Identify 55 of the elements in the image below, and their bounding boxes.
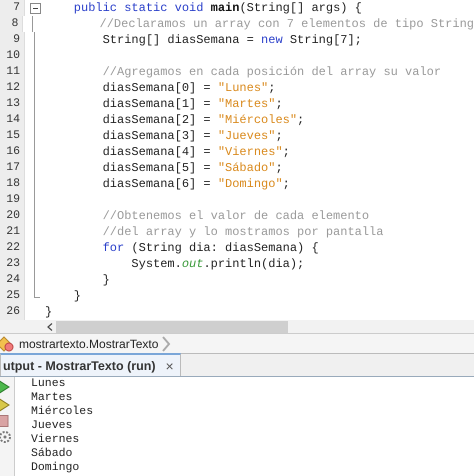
code-line: diasSemana[2] = "Miércoles"; xyxy=(102,112,304,128)
code-line: String[] diasSemana = new String[7]; xyxy=(102,32,362,48)
output-line: Sábado xyxy=(31,447,74,461)
code-line: diasSemana[4] = "Viernes"; xyxy=(102,144,290,160)
code-line: } xyxy=(72,288,82,304)
code-line: diasSemana[1] = "Martes"; xyxy=(102,96,283,112)
line-number: 13 xyxy=(0,96,24,112)
code-line: //Declaramos un array con 7 elementos de tipo String xyxy=(98,16,474,32)
close-icon[interactable]: × xyxy=(166,358,174,374)
line-number: 8 xyxy=(0,16,22,32)
line-number: 25 xyxy=(0,288,24,304)
code-line: } xyxy=(102,272,110,288)
line-number: 11 xyxy=(0,64,24,80)
line-number: 14 xyxy=(0,112,24,128)
line-number: 20 xyxy=(0,208,24,224)
code-line: for (String dia: diasSemana) { xyxy=(102,240,319,256)
output-line: Martes xyxy=(31,391,74,405)
output-line: Lunes xyxy=(31,377,67,391)
class-icon xyxy=(0,336,16,352)
output-tab[interactable]: utput - MostrarTexto (run) × xyxy=(0,353,181,376)
code-line: //del array y lo mostramos por pantalla xyxy=(102,224,384,240)
code-line: diasSemana[0] = "Lunes"; xyxy=(102,80,276,96)
collapse-icon[interactable] xyxy=(30,2,40,14)
code-line: diasSemana[6] = "Domingo"; xyxy=(102,176,290,192)
line-number: 12 xyxy=(0,80,24,96)
code-line: //Obtenemos el valor de cada elemento xyxy=(102,208,370,224)
code-line: diasSemana[5] = "Sábado"; xyxy=(102,160,283,176)
output-line: Miércoles xyxy=(31,405,94,419)
code-line: } xyxy=(45,304,52,320)
line-number: 19 xyxy=(0,192,24,208)
line-number: 7 xyxy=(0,0,24,16)
line-number: 24 xyxy=(0,272,24,288)
line-number: 9 xyxy=(0,32,24,48)
output-line: Domingo xyxy=(31,461,80,475)
line-number: 10 xyxy=(0,48,24,64)
code-line: public static void main(String[] args) { xyxy=(72,0,362,16)
code-line: System.out.println(dia); xyxy=(130,256,304,272)
settings-icon[interactable] xyxy=(0,429,12,445)
output-line: Jueves xyxy=(31,419,74,433)
line-number: 26 xyxy=(0,304,24,320)
stop-icon[interactable] xyxy=(0,415,9,427)
chevron-right-icon[interactable] xyxy=(161,336,172,352)
line-number: 18 xyxy=(0,176,24,192)
line-number: 22 xyxy=(0,240,24,256)
line-number: 16 xyxy=(0,144,24,160)
line-number: 17 xyxy=(0,160,24,176)
output-line: Viernes xyxy=(31,433,80,447)
line-number: 15 xyxy=(0,128,24,144)
line-number: 21 xyxy=(0,224,24,240)
run-icon[interactable] xyxy=(0,379,10,395)
code-line: diasSemana[3] = "Jueves"; xyxy=(102,128,283,144)
code-line: //Agregamos en cada posición del array su valor xyxy=(102,64,442,80)
line-number: 23 xyxy=(0,256,24,272)
scrollbar-thumb[interactable] xyxy=(56,320,288,332)
rerun-icon[interactable] xyxy=(0,397,10,413)
